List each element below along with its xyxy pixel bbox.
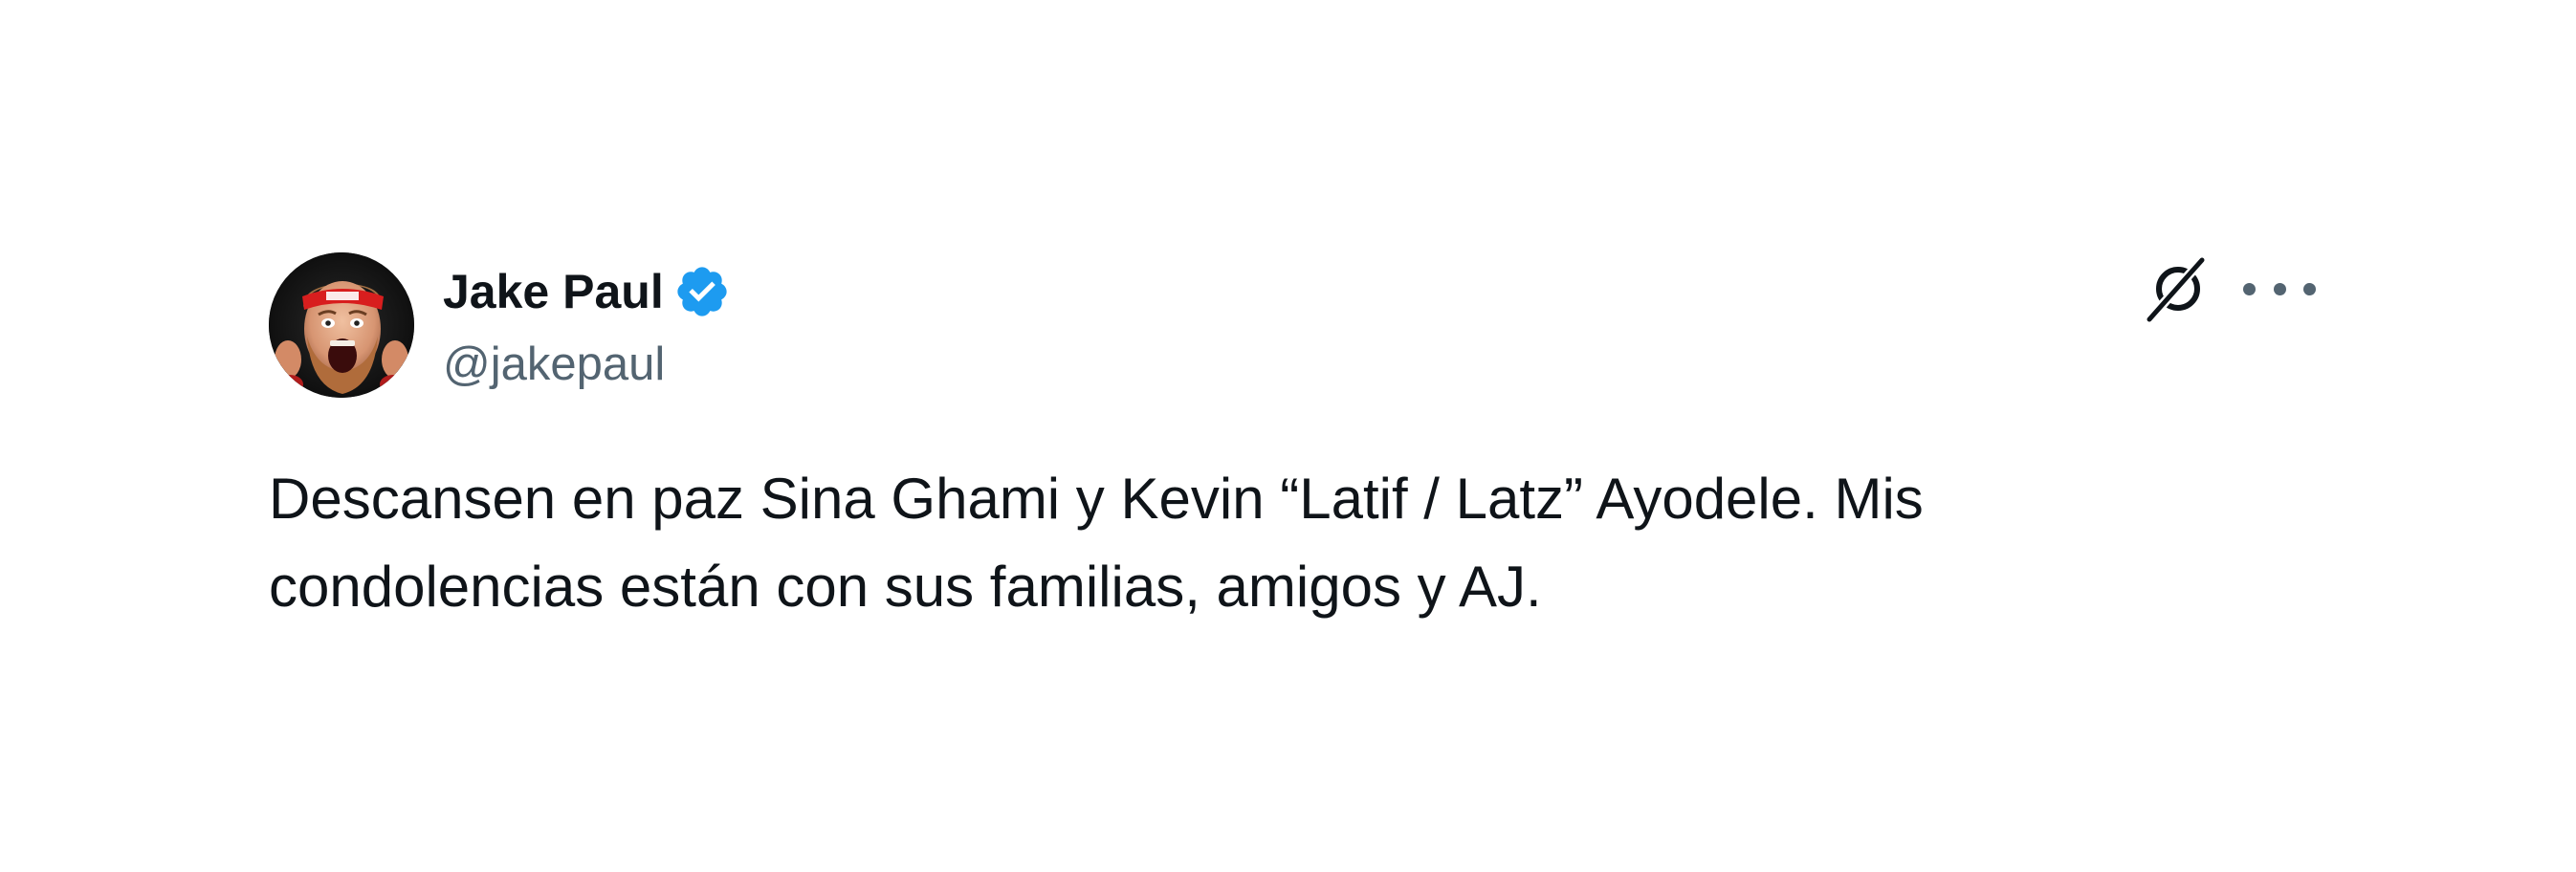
author-handle[interactable]: @jakepaul <box>443 331 665 398</box>
author-name[interactable]: Jake Paul <box>443 258 664 325</box>
author-avatar[interactable] <box>269 252 414 398</box>
tweet-top-actions <box>2138 251 2320 327</box>
author-name-row: Jake Paul <box>443 258 731 325</box>
x-logo-icon[interactable] <box>2138 251 2214 327</box>
more-options-icon[interactable] <box>2243 262 2316 316</box>
tweet-card: Jake Paul @jakepaul Descansen en paz Sin… <box>0 0 2576 872</box>
tweet-text-line-1: Descansen en paz Sina Ghami y Kevin “Lat… <box>269 467 1924 531</box>
avatar-image <box>269 252 414 398</box>
tweet-text-line-2: condolencias están con sus familias, ami… <box>269 555 1542 619</box>
verified-check-icon <box>673 263 731 320</box>
tweet-text: Descansen en paz Sina Ghami y Kevin “Lat… <box>269 455 2354 631</box>
